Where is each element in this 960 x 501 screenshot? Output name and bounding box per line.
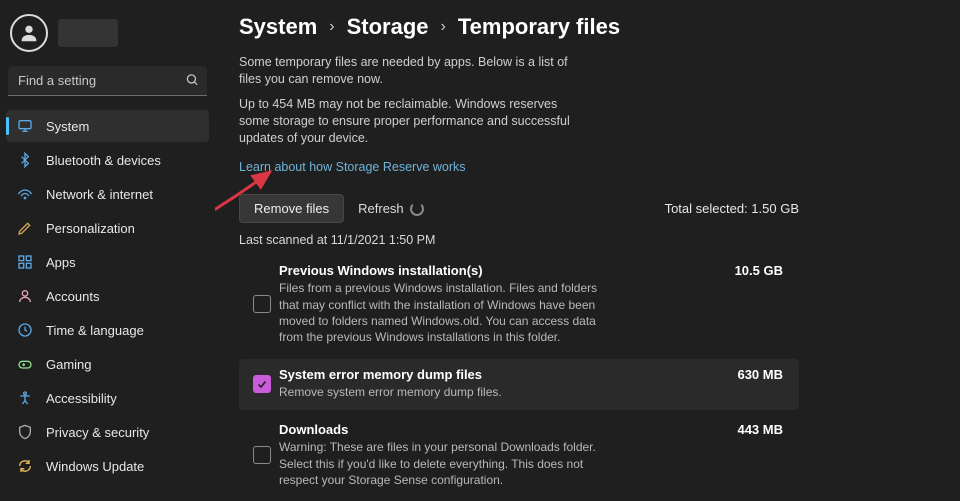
apps-icon [16,253,34,271]
breadcrumb-system[interactable]: System [239,14,317,40]
last-scanned: Last scanned at 11/1/2021 1:50 PM [239,233,936,247]
sidebar-item-personalization[interactable]: Personalization [6,212,209,244]
personalization-icon [16,219,34,237]
total-value: 1.50 GB [751,201,799,216]
sidebar-item-label: Privacy & security [46,425,149,440]
sidebar-item-accounts[interactable]: Accounts [6,280,209,312]
sidebar-item-update[interactable]: Windows Update [6,450,209,482]
accounts-icon [16,287,34,305]
intro-text-2: Up to 454 MB may not be reclaimable. Win… [239,96,579,147]
accessibility-icon [16,389,34,407]
refresh-button[interactable]: Refresh [358,201,424,216]
sidebar-item-label: Bluetooth & devices [46,153,161,168]
spinner-icon [410,202,424,216]
breadcrumb-storage[interactable]: Storage [347,14,429,40]
sidebar-item-label: System [46,119,89,134]
checkbox[interactable] [253,446,271,464]
file-title: Downloads [279,422,348,437]
sidebar-item-system[interactable]: System [6,110,209,142]
total-selected: Total selected: 1.50 GB [665,201,799,216]
file-desc: Files from a previous Windows installati… [279,280,599,345]
shield-icon [16,423,34,441]
user-account-row[interactable] [6,8,209,66]
time-icon [16,321,34,339]
gaming-icon [16,355,34,373]
sidebar-item-apps[interactable]: Apps [6,246,209,278]
sidebar-item-label: Network & internet [46,187,153,202]
chevron-right-icon: › [441,18,446,36]
file-item-memory-dump: System error memory dump files 630 MB Re… [239,359,799,410]
checkbox[interactable] [253,375,271,393]
sidebar-item-label: Windows Update [46,459,144,474]
file-list: Previous Windows installation(s) 10.5 GB… [239,255,799,501]
sidebar-item-label: Accounts [46,289,99,304]
avatar [10,14,48,52]
sidebar-item-time[interactable]: Time & language [6,314,209,346]
sidebar: System Bluetooth & devices Network & int… [0,0,215,501]
chevron-right-icon: › [329,18,334,36]
sidebar-item-gaming[interactable]: Gaming [6,348,209,380]
breadcrumb: System › Storage › Temporary files [239,14,936,40]
sidebar-item-network[interactable]: Network & internet [6,178,209,210]
sidebar-item-label: Time & language [46,323,144,338]
sidebar-item-label: Apps [46,255,76,270]
user-name [58,19,118,47]
total-label: Total selected: [665,201,748,216]
file-desc: Warning: These are files in your persona… [279,439,599,488]
nav: System Bluetooth & devices Network & int… [6,110,209,482]
breadcrumb-current: Temporary files [458,14,620,40]
sidebar-item-accessibility[interactable]: Accessibility [6,382,209,414]
search-wrap [8,66,207,96]
actions-row: Remove files Refresh Total selected: 1.5… [239,194,799,223]
sidebar-item-label: Accessibility [46,391,117,406]
file-item-previous-windows: Previous Windows installation(s) 10.5 GB… [239,255,799,355]
intro-text-1: Some temporary files are needed by apps.… [239,54,579,88]
file-desc: Remove system error memory dump files. [279,384,599,400]
system-icon [16,117,34,135]
refresh-label: Refresh [358,201,404,216]
search-input[interactable] [8,66,207,96]
file-size: 630 MB [737,367,783,382]
network-icon [16,185,34,203]
sidebar-item-label: Gaming [46,357,92,372]
bluetooth-icon [16,151,34,169]
checkbox[interactable] [253,295,271,313]
file-title: Previous Windows installation(s) [279,263,483,278]
update-icon [16,457,34,475]
file-size: 10.5 GB [735,263,783,278]
storage-reserve-link[interactable]: Learn about how Storage Reserve works [239,160,466,174]
sidebar-item-label: Personalization [46,221,135,236]
file-title: System error memory dump files [279,367,482,382]
file-item-downloads: Downloads 443 MB Warning: These are file… [239,414,799,498]
main-content: System › Storage › Temporary files Some … [215,0,960,501]
remove-files-button[interactable]: Remove files [239,194,344,223]
file-size: 443 MB [737,422,783,437]
sidebar-item-bluetooth[interactable]: Bluetooth & devices [6,144,209,176]
sidebar-item-privacy[interactable]: Privacy & security [6,416,209,448]
